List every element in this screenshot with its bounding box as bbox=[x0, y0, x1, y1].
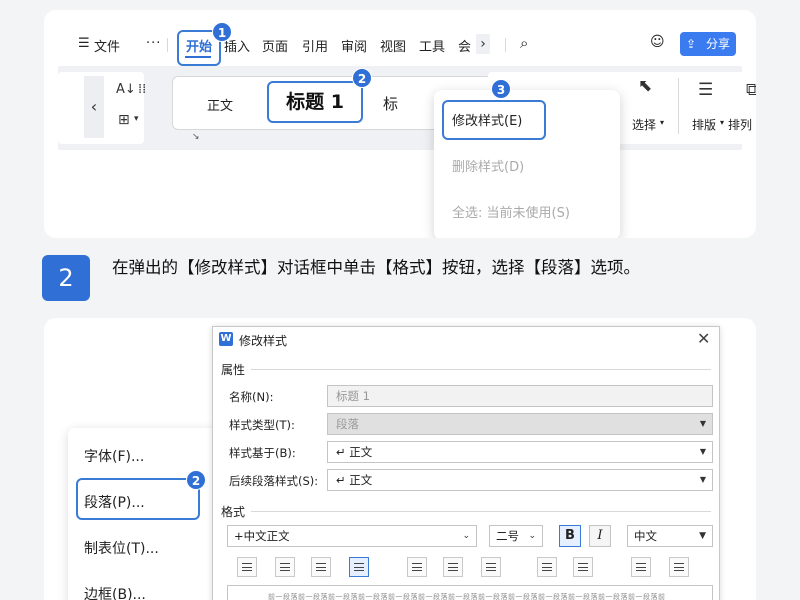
tab-review[interactable]: 审阅 bbox=[341, 36, 367, 55]
close-icon[interactable]: ✕ bbox=[697, 329, 710, 348]
menu-select-all[interactable]: 全选: 当前未使用(S) bbox=[452, 202, 570, 221]
menu-modify-style[interactable]: 修改样式(E) bbox=[452, 110, 522, 129]
modify-style-dialog: W 修改样式 ✕ 属性 名称(N): 标题 1 样式类型(T): 段落 ▼ 样式… bbox=[212, 326, 720, 600]
dialog-titlebar: W 修改样式 ✕ bbox=[213, 327, 719, 353]
menu-delete-style[interactable]: 删除样式(D) bbox=[452, 156, 524, 175]
arrange-button[interactable]: 排列 bbox=[728, 116, 752, 133]
chevron-down-icon: ▼ bbox=[699, 447, 706, 456]
share-button[interactable]: ⇪ 分享 bbox=[680, 32, 736, 56]
step-instruction: 在弹出的【修改样式】对话框中单击【格式】按钮，选择【段落】选项。 bbox=[112, 258, 640, 277]
arrange-icon[interactable]: ⧉ bbox=[746, 80, 756, 100]
font-size-select[interactable]: 二号 ⌄ bbox=[489, 525, 543, 547]
format-menu: 字体(F)... 段落(P)... 制表位(T)... 边框(B)... bbox=[68, 428, 218, 600]
search-icon[interactable]: ⌕ bbox=[520, 34, 528, 52]
style-preview: 前一段落前一段落前一段落前一段落前一段落前一段落前一段落前一段落前一段落前一段落… bbox=[227, 585, 713, 600]
chevron-down-icon: ▼ bbox=[699, 419, 706, 428]
select-button[interactable]: 选择 bbox=[632, 116, 656, 133]
align-right-button[interactable] bbox=[311, 557, 331, 577]
one-half-spacing-button[interactable] bbox=[443, 557, 463, 577]
step-badge-2: 2 bbox=[186, 470, 206, 490]
menu-file[interactable]: 文件 bbox=[94, 36, 120, 55]
chevron-down-icon: ⌄ bbox=[462, 531, 470, 541]
double-spacing-button[interactable] bbox=[481, 557, 501, 577]
ribbon-left-group: ‹ A↓ ⁞⁞ ⊞ ▾ bbox=[58, 72, 146, 144]
tab-tools[interactable]: 工具 bbox=[419, 36, 445, 55]
share-icon: ⇪ bbox=[686, 37, 697, 51]
chevron-left-icon[interactable]: ‹ bbox=[84, 76, 104, 138]
tab-page[interactable]: 页面 bbox=[262, 36, 288, 55]
menu-paragraph[interactable]: 段落(P)... bbox=[84, 492, 145, 512]
font-select[interactable]: +中文正文 ⌄ bbox=[227, 525, 477, 547]
cursor-icon[interactable]: ⬉ bbox=[638, 76, 652, 96]
name-field[interactable]: 标题 1 bbox=[327, 385, 713, 407]
tab-view[interactable]: 视图 bbox=[380, 36, 406, 55]
dialog-screenshot-panel: 字体(F)... 段落(P)... 制表位(T)... 边框(B)... W 修… bbox=[44, 318, 756, 600]
align-center-button[interactable] bbox=[275, 557, 295, 577]
ribbon-screenshot-panel: ☰ 文件 ··· 开始 插入 页面 引用 审阅 视图 工具 会 › ⌕ ☺ ⇪ … bbox=[44, 10, 756, 238]
chevron-down-icon: ▾ bbox=[660, 118, 665, 127]
tab-reference[interactable]: 引用 bbox=[302, 36, 328, 55]
tab-member[interactable]: 会 bbox=[458, 36, 471, 55]
chevron-down-icon[interactable]: ▾ bbox=[134, 114, 139, 124]
language-select[interactable]: 中文 ▼ bbox=[627, 525, 713, 547]
justify-button[interactable] bbox=[349, 557, 369, 577]
active-tab-underline bbox=[185, 56, 211, 58]
more-icon[interactable]: ··· bbox=[146, 36, 161, 51]
based-on-select[interactable]: ↵ 正文 ▼ bbox=[327, 441, 713, 463]
divider bbox=[251, 511, 711, 512]
section-format: 格式 bbox=[221, 505, 246, 519]
ribbon-toolbar: ‹ A↓ ⁞⁞ ⊞ ▾ 正文 标题 1 标 ⬉ 选择 ▾ ☰ 排版 ▾ ⧉ 排列… bbox=[58, 66, 756, 150]
style-type-label: 样式类型(T): bbox=[229, 418, 295, 432]
following-style-label: 后续段落样式(S): bbox=[229, 474, 319, 488]
style-normal[interactable]: 正文 bbox=[207, 95, 233, 114]
step-badge-2: 2 bbox=[352, 68, 372, 88]
style-heading1[interactable]: 标题 1 bbox=[267, 81, 363, 123]
chevron-right-icon[interactable]: › bbox=[476, 34, 490, 54]
divider bbox=[251, 369, 711, 370]
name-label: 名称(N): bbox=[229, 390, 274, 404]
sort-icon[interactable]: A↓ bbox=[116, 82, 136, 97]
wps-logo-icon: W bbox=[219, 332, 233, 346]
tab-home[interactable]: 开始 bbox=[186, 36, 212, 55]
align-left-button[interactable] bbox=[237, 557, 257, 577]
divider bbox=[167, 38, 168, 52]
chevron-down-icon: ⌄ bbox=[528, 531, 536, 541]
space-before-button[interactable] bbox=[537, 557, 557, 577]
chevron-down-icon: ▼ bbox=[699, 531, 706, 541]
border-icon[interactable]: ⊞ bbox=[118, 112, 130, 128]
section-properties: 属性 bbox=[221, 363, 246, 377]
menu-bar: ☰ 文件 ··· 开始 插入 页面 引用 审阅 视图 工具 会 › ⌕ ☺ ⇪ … bbox=[44, 10, 756, 66]
step-number: 2 bbox=[42, 255, 90, 301]
chevron-down-icon: ▾ bbox=[720, 118, 725, 127]
italic-button[interactable]: I bbox=[589, 525, 611, 547]
increase-indent-button[interactable] bbox=[669, 557, 689, 577]
style-context-menu: 修改样式(E) 删除样式(D) 全选: 当前未使用(S) bbox=[434, 90, 620, 238]
style-heading-partial[interactable]: 标 bbox=[383, 93, 398, 114]
decrease-indent-button[interactable] bbox=[631, 557, 651, 577]
bold-button[interactable]: B bbox=[559, 525, 581, 547]
following-style-select[interactable]: ↵ 正文 ▼ bbox=[327, 469, 713, 491]
layout-icon[interactable]: ☰ bbox=[698, 80, 713, 100]
grid-dots-icon[interactable]: ⁞⁞ bbox=[138, 82, 146, 97]
menu-font[interactable]: 字体(F)... bbox=[84, 446, 144, 466]
divider bbox=[505, 38, 506, 52]
step-badge-1: 1 bbox=[212, 22, 232, 42]
dialog-title: 修改样式 bbox=[239, 334, 288, 348]
chevron-down-icon: ▼ bbox=[699, 475, 706, 484]
layout-button[interactable]: 排版 bbox=[692, 116, 716, 133]
divider bbox=[678, 78, 679, 134]
based-on-label: 样式基于(B): bbox=[229, 446, 296, 460]
space-after-button[interactable] bbox=[573, 557, 593, 577]
hamburger-icon[interactable]: ☰ bbox=[78, 36, 90, 51]
style-type-select[interactable]: 段落 ▼ bbox=[327, 413, 713, 435]
single-spacing-button[interactable] bbox=[407, 557, 427, 577]
menu-tab-stops[interactable]: 制表位(T)... bbox=[84, 538, 159, 558]
step-badge-3: 3 bbox=[491, 79, 511, 99]
expand-icon[interactable]: ↘ bbox=[192, 132, 200, 142]
menu-border[interactable]: 边框(B)... bbox=[84, 584, 146, 600]
chat-icon[interactable]: ☺ bbox=[650, 34, 665, 50]
